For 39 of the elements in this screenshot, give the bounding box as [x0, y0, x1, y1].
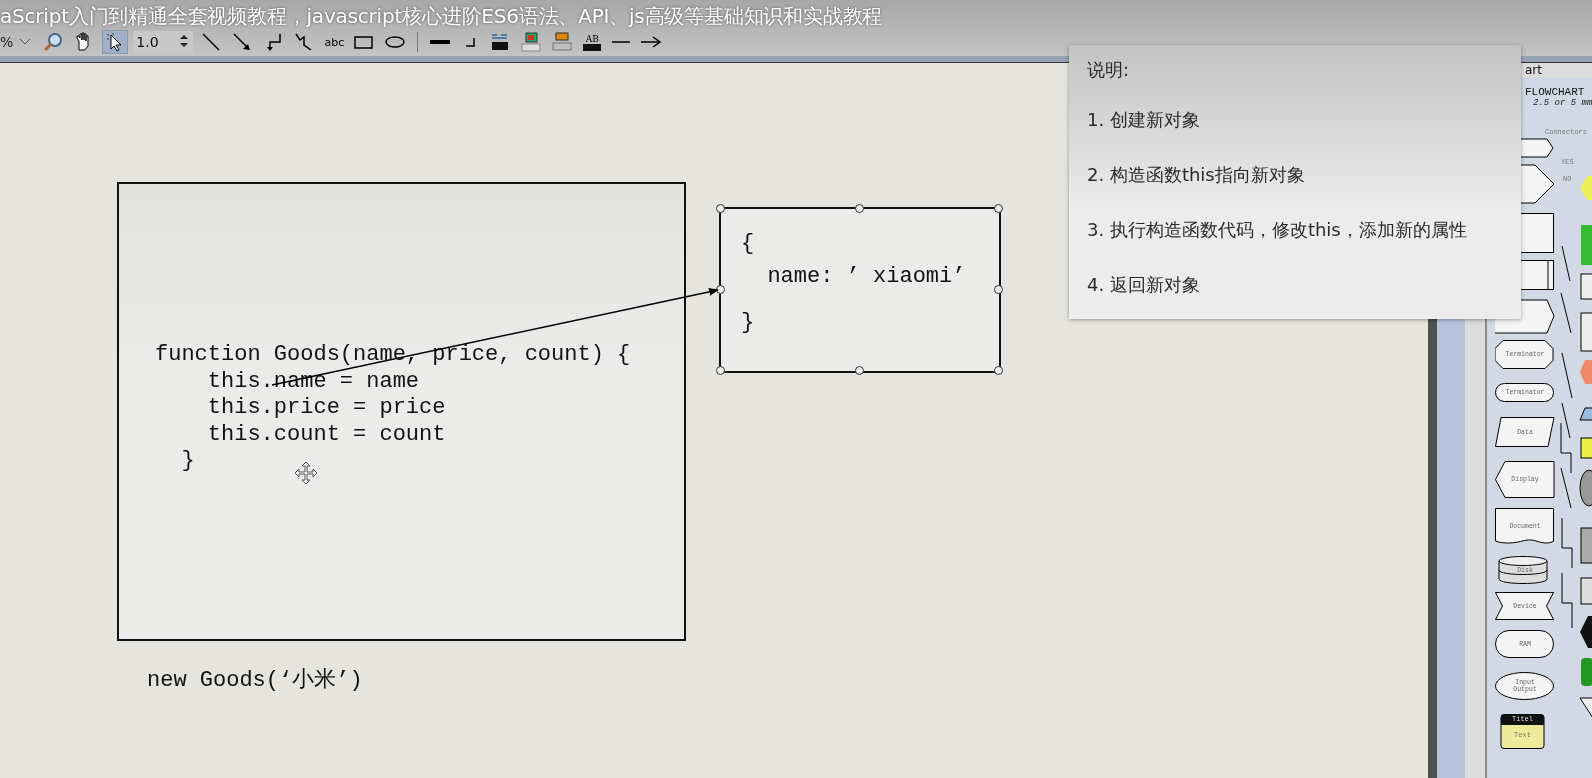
- fill-color-icon: [520, 32, 543, 52]
- shadow-icon: [551, 32, 574, 52]
- resize-handle[interactable]: [716, 204, 725, 213]
- move-cursor-icon: [294, 461, 318, 485]
- video-title: aScript入门到精通全套视频教程，javascript核心进阶ES6语法、API、js高级等基础知识和实战教程: [0, 3, 883, 30]
- spin-arrows-icon[interactable]: [178, 32, 191, 49]
- resize-handle[interactable]: [716, 285, 725, 294]
- note-item: 1. 创建新对象: [1087, 108, 1201, 130]
- zoom-dropdown[interactable]: %: [0, 34, 36, 50]
- object-box[interactable]: { name: ’ xiaomi’ }: [719, 207, 1001, 373]
- code-line: this.price = price: [206, 395, 446, 422]
- note-title: 说明:: [1087, 58, 1131, 80]
- resize-handle[interactable]: [994, 366, 1003, 375]
- note-item: 4. 返回新对象: [1087, 273, 1201, 295]
- code-line: }: [741, 310, 755, 336]
- stencil-heading: FLOWCHART: [1525, 86, 1585, 98]
- code-line: name: ’ xiaomi’: [766, 264, 966, 290]
- code-line: }: [180, 448, 195, 475]
- line-style-icon: [429, 39, 452, 45]
- text-tool-button[interactable]: abc: [322, 30, 347, 54]
- code-line: {: [741, 231, 755, 257]
- zoom-icon: [42, 32, 65, 52]
- line-end-icon: [611, 40, 632, 44]
- stencil-subheading: 2.5 or 5 mm: [1533, 98, 1592, 108]
- resize-handle[interactable]: [994, 204, 1003, 213]
- text-color-tool-button[interactable]: AB: [580, 30, 605, 54]
- resize-handle[interactable]: [855, 204, 864, 213]
- resize-handle[interactable]: [716, 366, 725, 375]
- caret-icon: [19, 38, 32, 46]
- constructor-call: new Goods(‘小米’): [147, 668, 363, 695]
- note-item: 3. 执行构造函数代码，修改this，添加新的属性: [1087, 218, 1468, 240]
- resize-handle[interactable]: [994, 285, 1003, 294]
- code-line: this.count = count: [206, 421, 446, 448]
- line-width-field[interactable]: 1.0: [133, 31, 194, 53]
- note-item: 2. 构造函数this指向新对象: [1087, 163, 1306, 185]
- corner-icon: [465, 37, 476, 47]
- pointer-tool-button[interactable]: [102, 30, 129, 54]
- resize-handle[interactable]: [855, 366, 864, 375]
- code-line: function Goods(name, price, count) {: [155, 342, 631, 369]
